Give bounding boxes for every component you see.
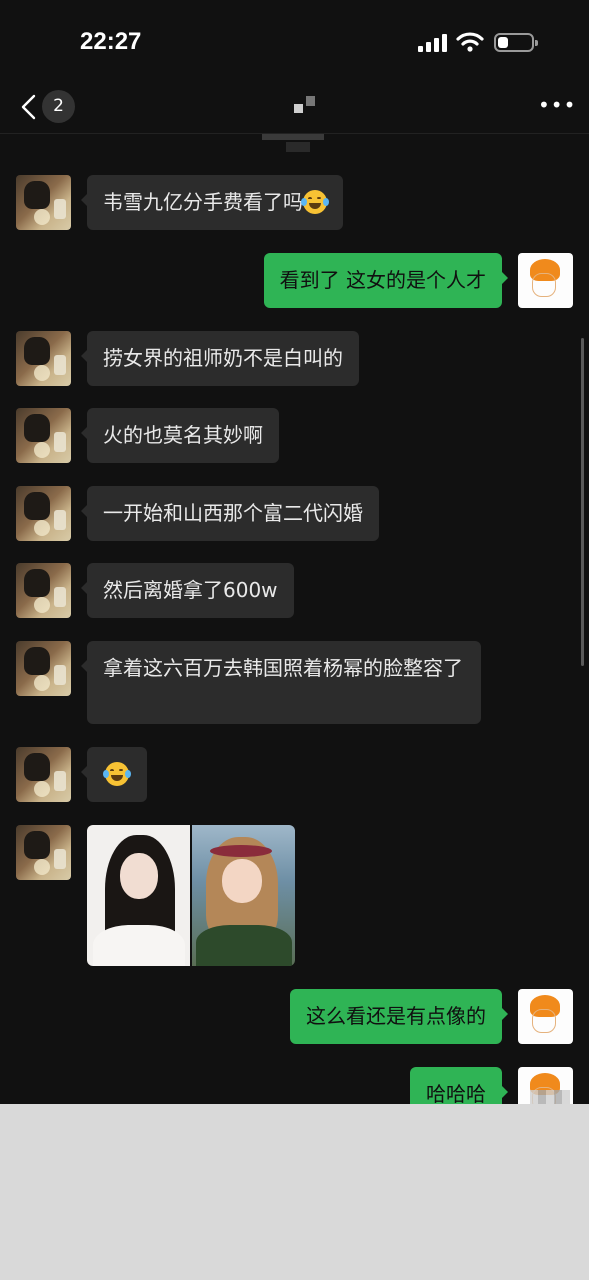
message-bubble-sent[interactable]: 哈哈哈	[410, 1067, 508, 1104]
contact-avatar[interactable]	[16, 486, 71, 541]
message-bubble-received[interactable]: 拿着这六百万去韩国照着杨幂的脸整容了	[81, 641, 481, 724]
scrollbar[interactable]	[581, 338, 584, 666]
portrait-photo-left	[87, 825, 190, 966]
message-bubble-received[interactable]: 韦雪九亿分手费看了吗	[81, 175, 343, 230]
message-bubble-received[interactable]	[81, 747, 147, 802]
status-bar: 22:27	[0, 0, 589, 80]
chat-title-redacted	[294, 96, 324, 118]
contact-avatar[interactable]	[16, 175, 71, 230]
contact-avatar[interactable]	[16, 825, 71, 880]
redacted-pixels	[262, 134, 324, 140]
redacted-pixels	[530, 1090, 570, 1104]
unread-count-badge[interactable]: 2	[42, 90, 75, 123]
more-dots-icon[interactable]: •••	[538, 95, 575, 115]
battery-icon	[494, 33, 538, 52]
status-time: 22:27	[80, 28, 142, 55]
blank-area	[0, 1104, 589, 1280]
message-bubble-received[interactable]: 火的也莫名其妙啊	[81, 408, 279, 463]
chat-header: 2 •••	[0, 80, 589, 134]
message-text: 捞女界的祖师奶不是白叫的	[103, 346, 343, 370]
image-message[interactable]	[87, 825, 295, 966]
wifi-icon	[456, 32, 484, 52]
message-bubble-sent[interactable]: 这么看还是有点像的	[290, 989, 508, 1044]
message-text: 拿着这六百万去韩国照着杨幂的脸整容了	[103, 656, 463, 680]
message-text: 韦雪九亿分手费看了吗	[103, 190, 303, 214]
message-bubble-sent[interactable]: 看到了 这女的是个人才	[263, 253, 509, 308]
back-chevron-icon[interactable]	[18, 92, 40, 122]
message-bubble-received[interactable]: 一开始和山西那个富二代闪婚	[81, 486, 379, 541]
message-text: 火的也莫名其妙啊	[103, 423, 263, 447]
redacted-pixels	[286, 142, 310, 152]
message-text: 一开始和山西那个富二代闪婚	[103, 501, 363, 525]
portrait-photo-right	[192, 825, 295, 966]
laughing-tears-emoji-icon	[103, 762, 131, 786]
message-text: 这么看还是有点像的	[306, 1004, 486, 1028]
message-text: 看到了 这女的是个人才	[279, 268, 486, 292]
contact-avatar[interactable]	[16, 331, 71, 386]
contact-avatar[interactable]	[16, 563, 71, 618]
message-bubble-received[interactable]: 然后离婚拿了600w	[81, 563, 294, 618]
contact-avatar[interactable]	[16, 408, 71, 463]
chat-screen: 22:27 2 ••• 韦雪九亿分手费看了吗 看到了 这女的是个人才 捞女界的祖…	[0, 0, 589, 1104]
my-avatar[interactable]	[518, 253, 573, 308]
laughing-tears-emoji-icon	[301, 190, 329, 214]
my-avatar[interactable]	[518, 989, 573, 1044]
message-text: 哈哈哈	[426, 1082, 486, 1104]
contact-avatar[interactable]	[16, 747, 71, 802]
message-bubble-received[interactable]: 捞女界的祖师奶不是白叫的	[81, 331, 359, 386]
contact-avatar[interactable]	[16, 641, 71, 696]
signal-icon	[418, 32, 448, 52]
message-text: 然后离婚拿了600w	[103, 578, 278, 602]
